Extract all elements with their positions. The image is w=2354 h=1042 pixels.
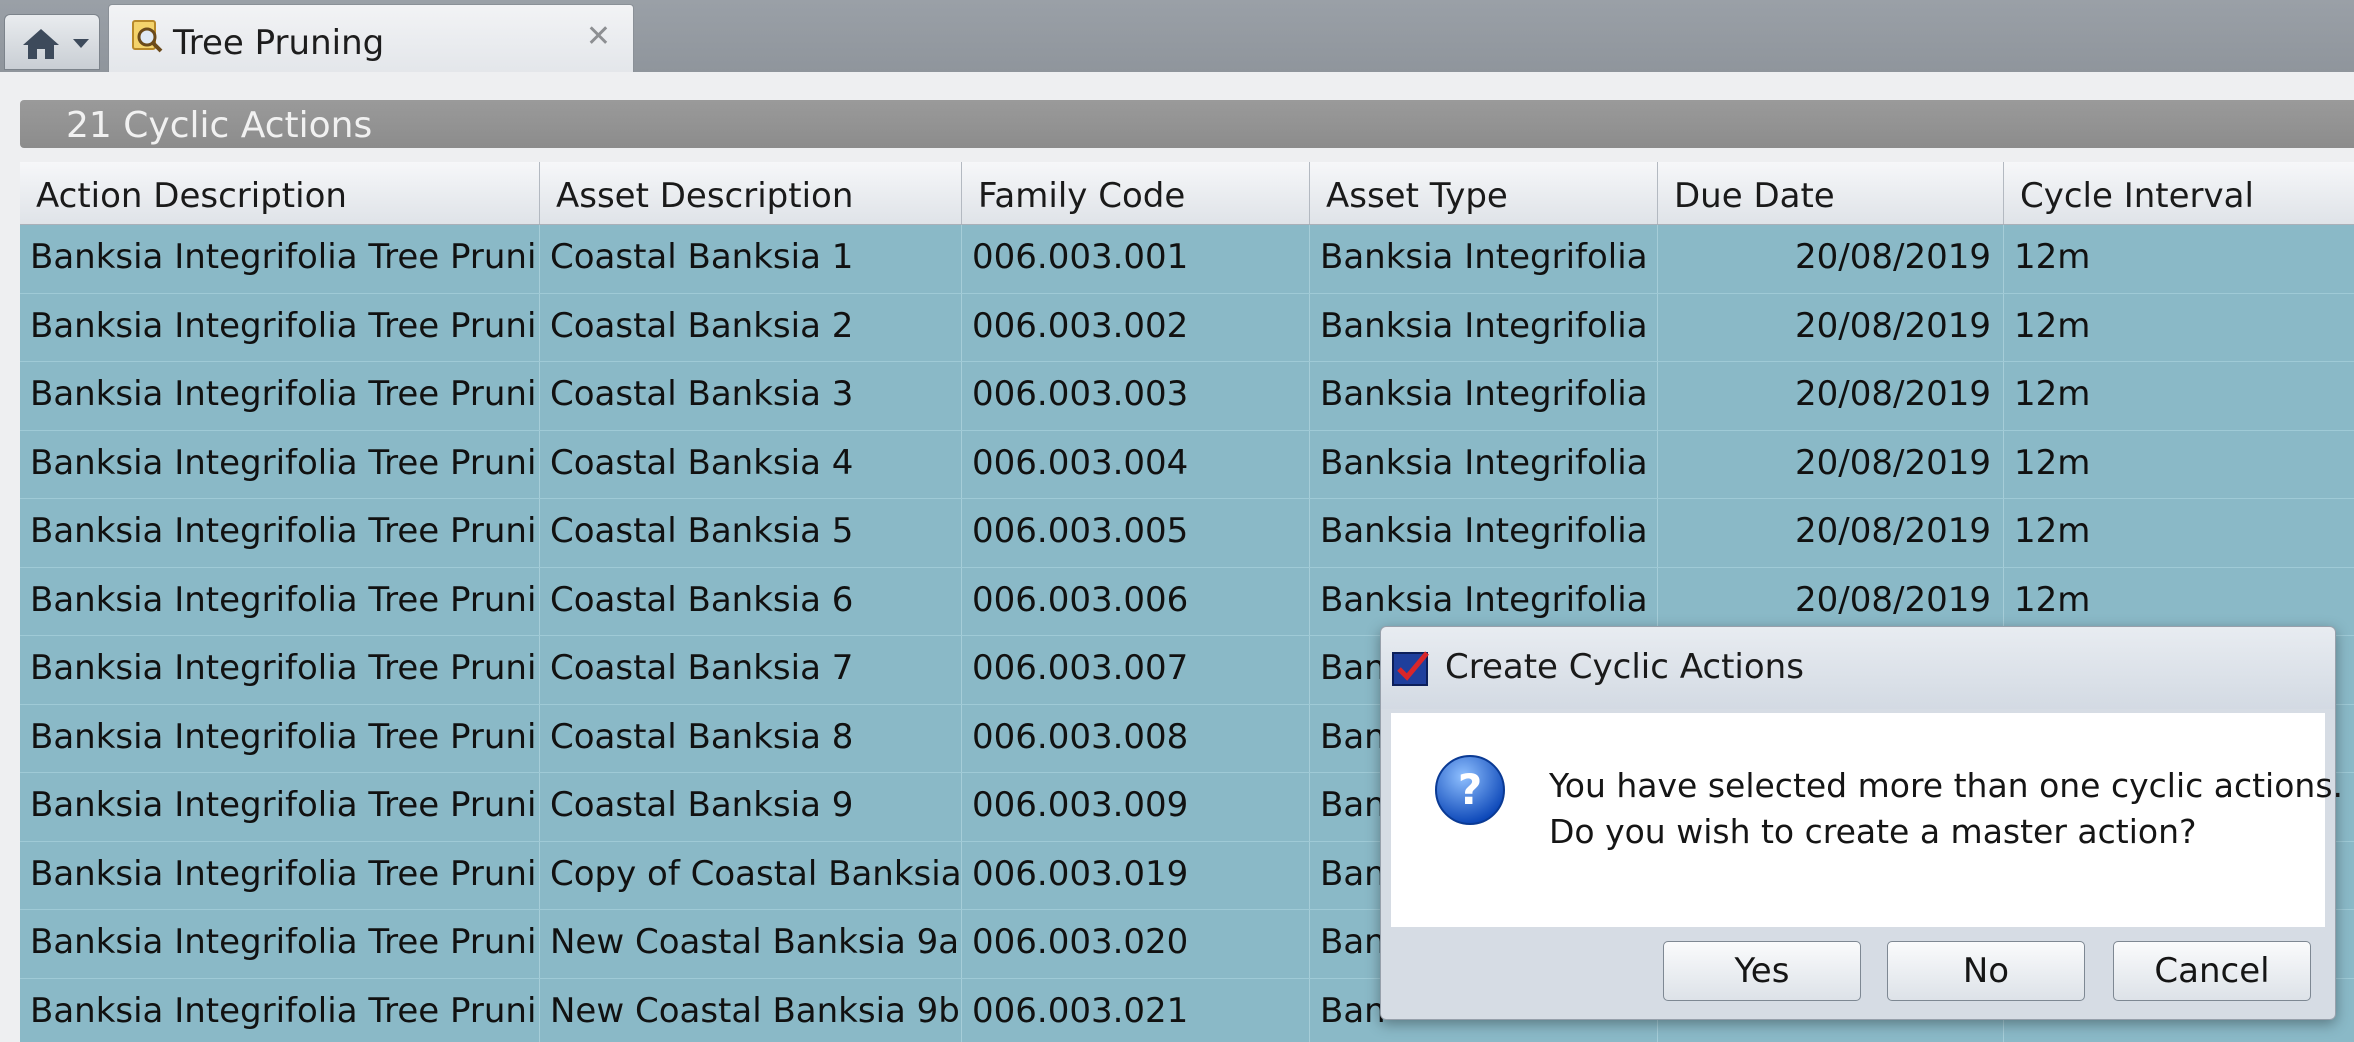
cell-action-description[interactable]: Banksia Integrifolia Tree Pruning [20, 499, 540, 567]
table-row[interactable]: Banksia Integrifolia Tree Pruning Coastal… [20, 430, 2354, 499]
app-window: Tree Pruning ✕ 21 Cyclic Actions Action … [0, 0, 2354, 1042]
cancel-button[interactable]: Cancel [2113, 941, 2311, 1001]
cell-due-date[interactable]: 20/08/2019 [1658, 430, 2004, 498]
create-cyclic-actions-dialog: Create Cyclic Actions ? You have selecte… [1380, 626, 2343, 1020]
cell-asset-description[interactable]: Coastal Banksia 9 [540, 773, 962, 841]
cell-family-code[interactable]: 006.003.019 [962, 841, 1310, 909]
cell-cycle-interval[interactable]: 12m [2004, 499, 2354, 567]
dialog-title: Create Cyclic Actions [1445, 647, 1804, 687]
question-icon: ? [1435, 755, 1505, 825]
tab-tree-pruning[interactable]: Tree Pruning ✕ [108, 4, 634, 74]
cell-family-code[interactable]: 006.003.003 [962, 362, 1310, 430]
cell-asset-description[interactable]: Copy of Coastal Banksia 1 [540, 841, 962, 909]
column-header-due-date[interactable]: Due Date [1658, 162, 2004, 224]
cell-cycle-interval[interactable]: 12m [2004, 568, 2354, 636]
cell-family-code[interactable]: 006.003.006 [962, 567, 1310, 635]
svg-text:?: ? [1458, 765, 1482, 814]
cell-action-description[interactable]: Banksia Integrifolia Tree Pruning [20, 430, 540, 498]
cell-family-code[interactable]: 006.003.020 [962, 910, 1310, 978]
column-header-family-code[interactable]: Family Code [962, 162, 1310, 224]
cell-asset-description[interactable]: Coastal Banksia 7 [540, 636, 962, 704]
cell-asset-type[interactable]: Banksia Integrifolia [1310, 362, 1658, 430]
cell-family-code[interactable]: 006.003.002 [962, 293, 1310, 361]
column-header-action-description[interactable]: Action Description [20, 162, 540, 224]
cell-asset-type[interactable]: Banksia Integrifolia [1310, 225, 1658, 293]
cell-family-code[interactable]: 006.003.021 [962, 978, 1310, 1042]
dialog-body: ? You have selected more than one cyclic… [1391, 713, 2343, 927]
cell-action-description[interactable]: Banksia Integrifolia Tree Pruning [20, 841, 540, 909]
home-icon [23, 29, 59, 59]
cell-asset-type[interactable]: Banksia Integrifolia [1310, 499, 1658, 567]
table-row[interactable]: Banksia Integrifolia Tree Pruning Coastal… [20, 362, 2354, 431]
cell-action-description[interactable]: Banksia Integrifolia Tree Pruning [20, 773, 540, 841]
cell-asset-description[interactable]: Coastal Banksia 2 [540, 293, 962, 361]
cell-family-code[interactable]: 006.003.008 [962, 704, 1310, 772]
column-header-asset-type[interactable]: Asset Type [1310, 162, 1658, 224]
cell-action-description[interactable]: Banksia Integrifolia Tree Pruning [20, 704, 540, 772]
cell-cycle-interval[interactable]: 12m [2004, 431, 2354, 499]
chevron-down-icon [73, 39, 89, 48]
column-header-asset-description[interactable]: Asset Description [540, 162, 962, 224]
group-header: 21 Cyclic Actions [20, 100, 2354, 148]
cell-cycle-interval[interactable]: 12m [2004, 362, 2354, 430]
cell-family-code[interactable]: 006.003.004 [962, 430, 1310, 498]
cell-asset-description[interactable]: Coastal Banksia 6 [540, 567, 962, 635]
grid-header-row: Action Description Asset Description Fam… [20, 162, 2354, 225]
cell-due-date[interactable]: 20/08/2019 [1658, 499, 2004, 567]
dialog-message-line-1: You have selected more than one cyclic a… [1549, 766, 2344, 805]
home-menu-button[interactable] [4, 14, 100, 70]
cell-family-code[interactable]: 006.003.005 [962, 499, 1310, 567]
cell-family-code[interactable]: 006.003.007 [962, 636, 1310, 704]
cell-asset-description[interactable]: Coastal Banksia 4 [540, 430, 962, 498]
cell-asset-description[interactable]: New Coastal Banksia 9b [540, 978, 962, 1042]
column-header-cycle-interval[interactable]: Cycle Interval [2004, 162, 2354, 224]
cell-due-date[interactable]: 20/08/2019 [1658, 362, 2004, 430]
cell-asset-description[interactable]: Coastal Banksia 1 [540, 225, 962, 293]
cell-asset-type[interactable]: Banksia Integrifolia [1310, 293, 1658, 361]
cell-action-description[interactable]: Banksia Integrifolia Tree Pruning [20, 636, 540, 704]
cell-asset-description[interactable]: Coastal Banksia 3 [540, 362, 962, 430]
cell-asset-type[interactable]: Banksia Integrifolia [1310, 567, 1658, 635]
cell-action-description[interactable]: Banksia Integrifolia Tree Pruning [20, 910, 540, 978]
table-row[interactable]: Banksia Integrifolia Tree Pruning Coastal… [20, 499, 2354, 568]
cell-family-code[interactable]: 006.003.001 [962, 225, 1310, 293]
cell-cycle-interval[interactable]: 12m [2004, 294, 2354, 362]
yes-button[interactable]: Yes [1663, 941, 1861, 1001]
cell-due-date[interactable]: 20/08/2019 [1658, 225, 2004, 293]
tab-strip: Tree Pruning ✕ [0, 0, 2354, 74]
no-button[interactable]: No [1887, 941, 2085, 1001]
table-row[interactable]: Banksia Integrifolia Tree Pruning Coastal… [20, 293, 2354, 362]
dialog-message: You have selected more than one cyclic a… [1549, 763, 2343, 855]
cell-family-code[interactable]: 006.003.009 [962, 773, 1310, 841]
document-search-icon [132, 20, 163, 53]
cell-due-date[interactable]: 20/08/2019 [1658, 293, 2004, 361]
cell-action-description[interactable]: Banksia Integrifolia Tree Pruning [20, 978, 540, 1042]
checkbox-icon [1392, 651, 1429, 686]
cell-action-description[interactable]: Banksia Integrifolia Tree Pruning [20, 293, 540, 361]
cell-due-date[interactable]: 20/08/2019 [1658, 567, 2004, 635]
dialog-message-line-2: Do you wish to create a master action? [1549, 812, 2197, 851]
group-header-label: 21 Cyclic Actions [66, 105, 373, 146]
table-row[interactable]: Banksia Integrifolia Tree Pruning Coastal… [20, 225, 2354, 294]
cell-asset-description[interactable]: New Coastal Banksia 9a [540, 910, 962, 978]
cell-action-description[interactable]: Banksia Integrifolia Tree Pruning [20, 362, 540, 430]
cell-asset-description[interactable]: Coastal Banksia 5 [540, 499, 962, 567]
dialog-titlebar[interactable]: Create Cyclic Actions [1381, 627, 2335, 709]
cell-asset-description[interactable]: Coastal Banksia 8 [540, 704, 962, 772]
cell-cycle-interval[interactable]: 12m [2004, 225, 2354, 293]
cell-action-description[interactable]: Banksia Integrifolia Tree Pruning [20, 567, 540, 635]
cell-action-description[interactable]: Banksia Integrifolia Tree Pruning [20, 225, 540, 293]
tab-label: Tree Pruning [173, 23, 385, 63]
cell-asset-type[interactable]: Banksia Integrifolia [1310, 430, 1658, 498]
close-icon[interactable]: ✕ [586, 19, 611, 54]
